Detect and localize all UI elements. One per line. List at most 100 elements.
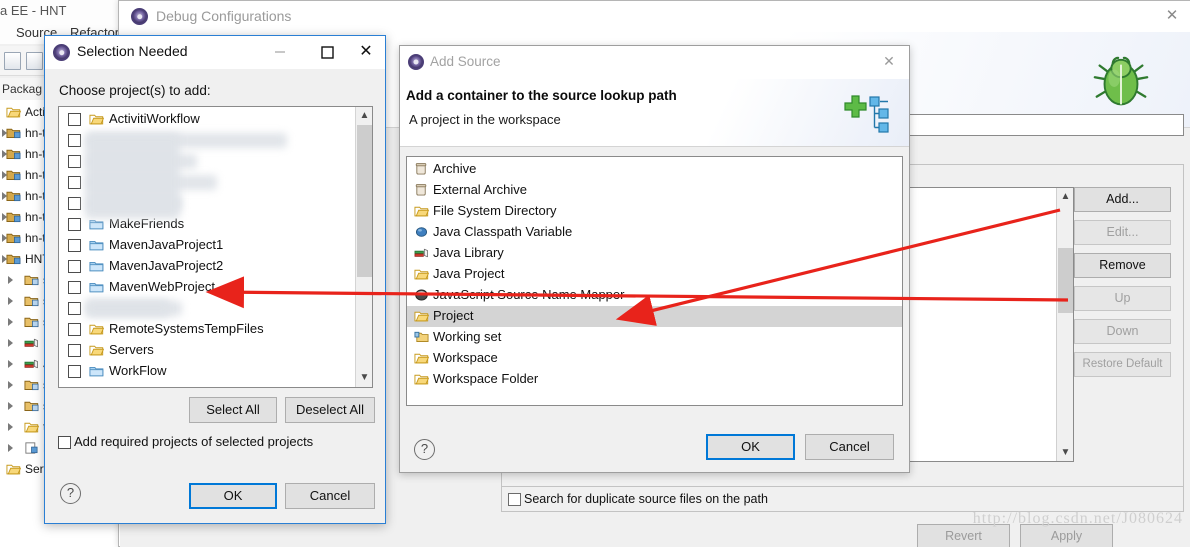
project-name-label: Servers	[109, 342, 154, 357]
eclipse-icon	[408, 54, 424, 70]
project-checkbox[interactable]	[68, 239, 81, 252]
add-source-item[interactable]: Archive	[407, 159, 902, 180]
expand-arrow-icon[interactable]	[8, 444, 13, 452]
minimize-icon[interactable]	[262, 44, 298, 60]
project-checkbox[interactable]	[68, 344, 81, 357]
javascript-icon	[414, 288, 429, 302]
expand-arrow-icon[interactable]	[8, 318, 13, 326]
add-source-item[interactable]: Java Classpath Variable	[407, 222, 902, 243]
search-duplicates-checkbox[interactable]	[508, 493, 521, 506]
project-checkbox[interactable]	[68, 218, 81, 231]
close-icon[interactable]: ✕	[881, 53, 897, 69]
project-checkbox[interactable]	[68, 260, 81, 273]
folder-open-icon	[414, 309, 430, 323]
question-mark-icon[interactable]: ?	[60, 483, 81, 504]
folder-open-icon	[414, 351, 430, 365]
folder-icon	[89, 238, 104, 252]
java-project-icon	[6, 189, 22, 204]
project-checkbox[interactable]	[68, 302, 81, 315]
project-list-item[interactable]: MavenWebProject	[59, 277, 355, 298]
project-checkbox[interactable]	[68, 281, 81, 294]
project-checkbox[interactable]	[68, 323, 81, 336]
add-source-heading: Add a container to the source lookup pat…	[406, 88, 677, 103]
up-button[interactable]: Up	[1074, 286, 1171, 311]
folder-icon	[89, 217, 104, 231]
selection-needed-ok-button[interactable]: OK	[189, 483, 277, 509]
project-list-item[interactable]: RemoteSystemsTempFiles	[59, 319, 355, 340]
close-icon[interactable]: ✕	[1163, 7, 1181, 25]
package-explorer-item-label: hn-t	[25, 168, 46, 182]
project-list-scrollbar[interactable]: ▲ ▼	[355, 107, 372, 387]
folder-open-icon	[24, 420, 40, 435]
project-checkbox[interactable]	[68, 134, 81, 147]
add-source-type-list[interactable]: Archive External Archive File System Direc…	[406, 156, 903, 406]
project-list-item[interactable]: MavenJavaProject2	[59, 256, 355, 277]
add-required-projects-checkbox[interactable]	[58, 436, 71, 449]
project-list[interactable]: ActivitiWorkflow MakeFriends MavenJavaProj…	[58, 106, 373, 388]
add-source-item[interactable]: Workspace	[407, 348, 902, 369]
classpath-variable-icon	[414, 225, 429, 239]
package-explorer-title: Packag	[2, 82, 43, 96]
project-name-label: MavenWebProject	[109, 279, 215, 294]
expand-arrow-icon[interactable]	[8, 339, 13, 347]
add-source-item[interactable]: Java Library	[407, 243, 902, 264]
expand-arrow-icon[interactable]	[8, 381, 13, 389]
project-name-label: WorkFlow	[109, 363, 167, 378]
selection-needed-title: Selection Needed	[77, 43, 188, 59]
project-list-item[interactable]: Servers	[59, 340, 355, 361]
expand-arrow-icon[interactable]	[8, 297, 13, 305]
folder-icon	[89, 364, 104, 378]
add-source-item[interactable]: JavaScript Source Name Mapper	[407, 285, 902, 306]
project-checkbox[interactable]	[68, 155, 81, 168]
add-required-projects-label: Add required projects of selected projec…	[74, 434, 314, 449]
scroll-down-icon[interactable]: ▼	[1057, 444, 1073, 461]
add-button[interactable]: Add...	[1074, 187, 1171, 212]
expand-arrow-icon[interactable]	[8, 276, 13, 284]
add-source-item-label: External Archive	[433, 182, 527, 197]
add-source-item[interactable]: Project	[407, 306, 902, 327]
edit-button[interactable]: Edit...	[1074, 220, 1171, 245]
add-source-item-label: File System Directory	[433, 203, 557, 218]
project-checkbox[interactable]	[68, 197, 81, 210]
add-source-item[interactable]: File System Directory	[407, 201, 902, 222]
expand-arrow-icon[interactable]	[8, 423, 13, 431]
remove-button[interactable]: Remove	[1074, 253, 1171, 278]
selection-needed-dialog: Selection Needed ✕ Choose project(s) to …	[44, 35, 386, 524]
add-source-ok-button[interactable]: OK	[706, 434, 795, 460]
close-icon[interactable]: ✕	[355, 42, 377, 62]
library-icon	[414, 246, 429, 260]
add-source-item[interactable]: Working set	[407, 327, 902, 348]
jar-icon	[414, 162, 429, 176]
select-all-button[interactable]: Select All	[189, 397, 277, 423]
add-source-title: Add Source	[430, 54, 501, 69]
toolbar-save-all-icon[interactable]	[26, 52, 43, 70]
add-source-item[interactable]: Workspace Folder	[407, 369, 902, 390]
project-list-item[interactable]: ActivitiWorkflow	[59, 109, 355, 130]
add-source-item[interactable]: External Archive	[407, 180, 902, 201]
project-checkbox[interactable]	[68, 365, 81, 378]
scroll-up-icon[interactable]: ▲	[356, 107, 372, 124]
question-mark-icon[interactable]: ?	[414, 439, 435, 460]
expand-arrow-icon[interactable]	[8, 402, 13, 410]
toolbar-save-icon[interactable]	[4, 52, 21, 70]
scroll-down-icon[interactable]: ▼	[356, 369, 372, 386]
expand-arrow-icon[interactable]	[8, 360, 13, 368]
add-source-item[interactable]: Java Project	[407, 264, 902, 285]
restore-default-button[interactable]: Restore Default	[1074, 352, 1171, 377]
project-checkbox[interactable]	[68, 113, 81, 126]
selection-needed-cancel-button[interactable]: Cancel	[285, 483, 375, 509]
project-list-item[interactable]: MavenJavaProject1	[59, 235, 355, 256]
add-source-subheading: A project in the workspace	[409, 112, 561, 127]
project-checkbox[interactable]	[68, 176, 81, 189]
scroll-up-icon[interactable]: ▲	[1057, 188, 1073, 205]
add-source-cancel-button[interactable]: Cancel	[805, 434, 894, 460]
package-explorer-item-label: hn-t	[25, 147, 46, 161]
source-path-scrollbar[interactable]: ▲ ▼	[1056, 188, 1073, 461]
deselect-all-button[interactable]: Deselect All	[285, 397, 375, 423]
project-list-item[interactable]: WorkFlow	[59, 361, 355, 382]
down-button[interactable]: Down	[1074, 319, 1171, 344]
file-icon	[24, 441, 40, 456]
jar-icon	[414, 183, 429, 197]
maximize-icon[interactable]	[309, 44, 345, 60]
add-source-item-label: JavaScript Source Name Mapper	[433, 287, 625, 302]
